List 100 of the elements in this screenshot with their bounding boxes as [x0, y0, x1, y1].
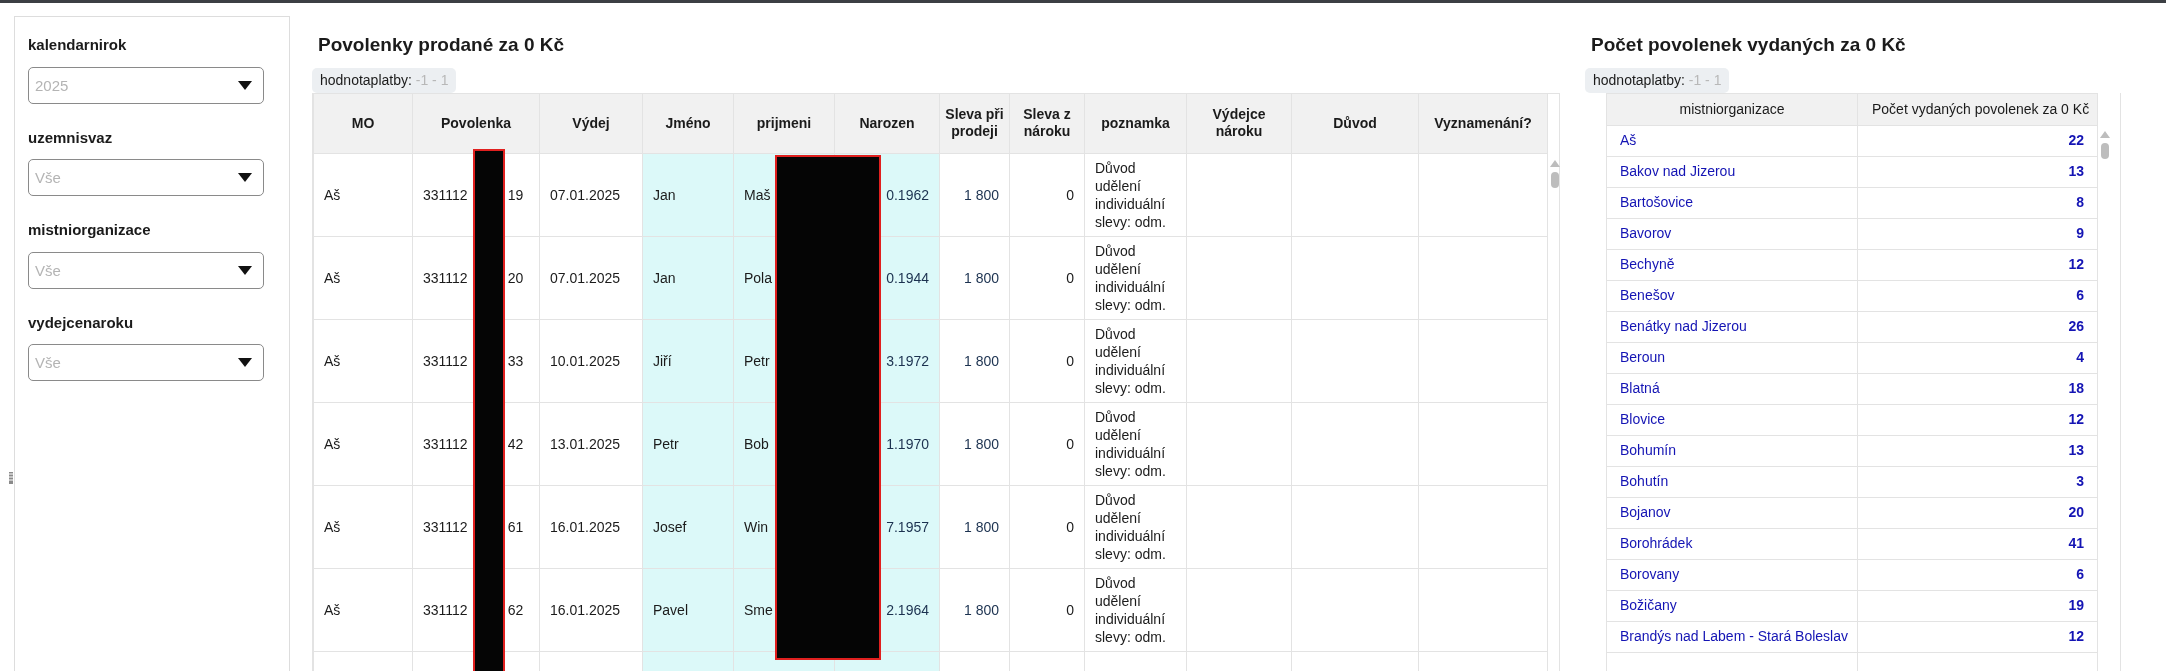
table-cell: Aš: [313, 153, 413, 237]
column-header[interactable]: MO: [313, 93, 413, 154]
table-cell: Borohrádek: [1606, 528, 1858, 559]
table-cell: Důvod udělení individuální slevy: odm.: [1084, 319, 1187, 403]
table-cell: Bakov nad Jizerou: [1606, 156, 1858, 187]
dropdown-field[interactable]: 2025: [28, 66, 264, 104]
column-header[interactable]: Jméno: [642, 93, 734, 154]
table-cell: Aš: [1606, 125, 1858, 156]
table-cell: 8: [1857, 187, 2098, 218]
column-header[interactable]: Výdej: [539, 93, 643, 154]
column-header[interactable]: Důvod: [1291, 93, 1419, 154]
table-cell: 20: [1857, 497, 2098, 528]
table-cell-text: 42: [507, 434, 524, 454]
table-cell: Důvod udělení individuální slevy: odm.: [1084, 153, 1187, 237]
table-cell: 0: [1009, 236, 1085, 320]
column-header[interactable]: Sleva při prodeji: [939, 93, 1010, 154]
table-cell: 22: [1857, 125, 2098, 156]
table-cell: 0: [1009, 568, 1085, 652]
table-cell-text: 331112: [423, 185, 468, 205]
scroll-up-arrow-icon: [1550, 159, 1560, 167]
table-cell: 18: [1857, 373, 2098, 404]
filter-chip[interactable]: hodnotaplatby: -1 - 1: [1585, 67, 1730, 93]
table-cell: 1 800: [939, 568, 1010, 652]
table-cell-text: 331112: [423, 351, 468, 371]
table-cell: Jiří: [642, 319, 734, 403]
table-cell: 3: [1857, 466, 2098, 497]
caret-icon: [238, 265, 252, 275]
panel-title: Počet povolenek vydaných za 0 Kč: [1591, 33, 1906, 57]
table-cell: 13.01.2025: [539, 402, 643, 486]
filter-label: kalendarnirok: [28, 35, 127, 55]
table-cell: 1 800: [939, 319, 1010, 403]
table-cell: Jan: [642, 236, 734, 320]
table-cell: Důvod udělení individuální slevy: odm.: [1084, 568, 1187, 652]
table-cell: 13: [1857, 435, 2098, 466]
column-header[interactable]: Vyznamenání?: [1418, 93, 1548, 154]
table-cell: Borovany: [1606, 559, 1858, 590]
table-cell: 10.01.2025: [539, 319, 643, 403]
column-header[interactable]: Povolenka: [412, 93, 540, 154]
table-cell-text: 61: [507, 517, 524, 537]
table-cell-text: 19: [507, 185, 524, 205]
table-cell: Bohumín: [1606, 435, 1858, 466]
table-cell: 41: [1857, 528, 2098, 559]
filter-label: uzemnisvaz: [28, 127, 113, 148]
column-header[interactable]: poznamka: [1084, 93, 1187, 154]
table-cell: 6: [1857, 280, 2098, 311]
table-cell: 1 800: [939, 485, 1010, 569]
scroll-up-arrow-icon: [2100, 130, 2110, 138]
table-cell: Aš: [313, 568, 413, 652]
caret-icon: [238, 173, 252, 182]
table-cell-text: 331112: [423, 600, 468, 620]
table-cell: Jan: [642, 153, 734, 237]
dropdown-field[interactable]: Vše: [28, 251, 264, 289]
table-cell: 16.01.2025: [539, 485, 643, 569]
table-cell: Brandýs nad Labem - Stará Boleslav: [1606, 621, 1858, 652]
filter-label: mistniorganizace: [28, 220, 151, 240]
table-cell: 0: [1009, 319, 1085, 403]
table-cell: 12: [1857, 621, 2098, 652]
resize-handle-icon: [9, 472, 13, 484]
table-cell: 0: [1009, 485, 1085, 569]
table-cell: 13: [1857, 156, 2098, 187]
table-cell: Aš: [313, 319, 413, 403]
column-header[interactable]: Výdejce nároku: [1186, 93, 1292, 154]
table-cell: 07.01.2025: [539, 153, 643, 237]
table-cell: 0: [1009, 402, 1085, 486]
table-cell: Aš: [313, 485, 413, 569]
table-cell: Beroun: [1606, 342, 1858, 373]
dropdown-field[interactable]: Vše: [28, 344, 264, 381]
table-cell-text: 62: [507, 600, 524, 620]
table-cell: Petr: [642, 402, 734, 486]
table-cell-text: 33: [507, 351, 524, 371]
column-header[interactable]: Sleva z nároku: [1009, 93, 1085, 154]
table-cell: Aš: [313, 236, 413, 320]
column-header[interactable]: prijmeni: [733, 93, 835, 154]
table-cell: 07.01.2025: [539, 236, 643, 320]
table-cell: Důvod udělení individuální slevy: odm.: [1084, 402, 1187, 486]
table-cell: Bavorov: [1606, 218, 1858, 249]
dropdown-field[interactable]: Vše: [28, 159, 264, 196]
table-cell: Aš: [313, 402, 413, 486]
column-header[interactable]: Narozen: [834, 93, 940, 154]
table-cell: Důvod udělení individuální slevy: odm.: [1084, 236, 1187, 320]
table-cell: Božičany: [1606, 590, 1858, 621]
table-cell-text: 331112: [423, 268, 468, 288]
table-cell: 26: [1857, 311, 2098, 342]
table-cell: Blatná: [1606, 373, 1858, 404]
filter-label: vydejcenaroku: [28, 312, 134, 333]
table-cell: 16.01.2025: [539, 568, 643, 652]
filter-chip[interactable]: hodnotaplatby: -1 - 1: [312, 67, 457, 93]
column-header[interactable]: Počet vydaných povolenek za 0 Kč: [1857, 93, 2098, 125]
table-cell: 4: [1857, 342, 2098, 373]
table-cell: Pavel: [642, 568, 734, 652]
table-cell-text: 331112: [423, 434, 468, 454]
table-cell: Důvod udělení individuální slevy: odm.: [1084, 485, 1187, 569]
scrollbar-thumb[interactable]: [1551, 171, 1559, 188]
table-cell: Bohutín: [1606, 466, 1858, 497]
scrollbar-thumb[interactable]: [2101, 142, 2109, 159]
column-header[interactable]: mistniorganizace: [1606, 93, 1858, 125]
table-cell: 1 800: [939, 153, 1010, 237]
table-cell: Bojanov: [1606, 497, 1858, 528]
table-cell: 1 800: [939, 402, 1010, 486]
caret-icon: [238, 80, 252, 90]
